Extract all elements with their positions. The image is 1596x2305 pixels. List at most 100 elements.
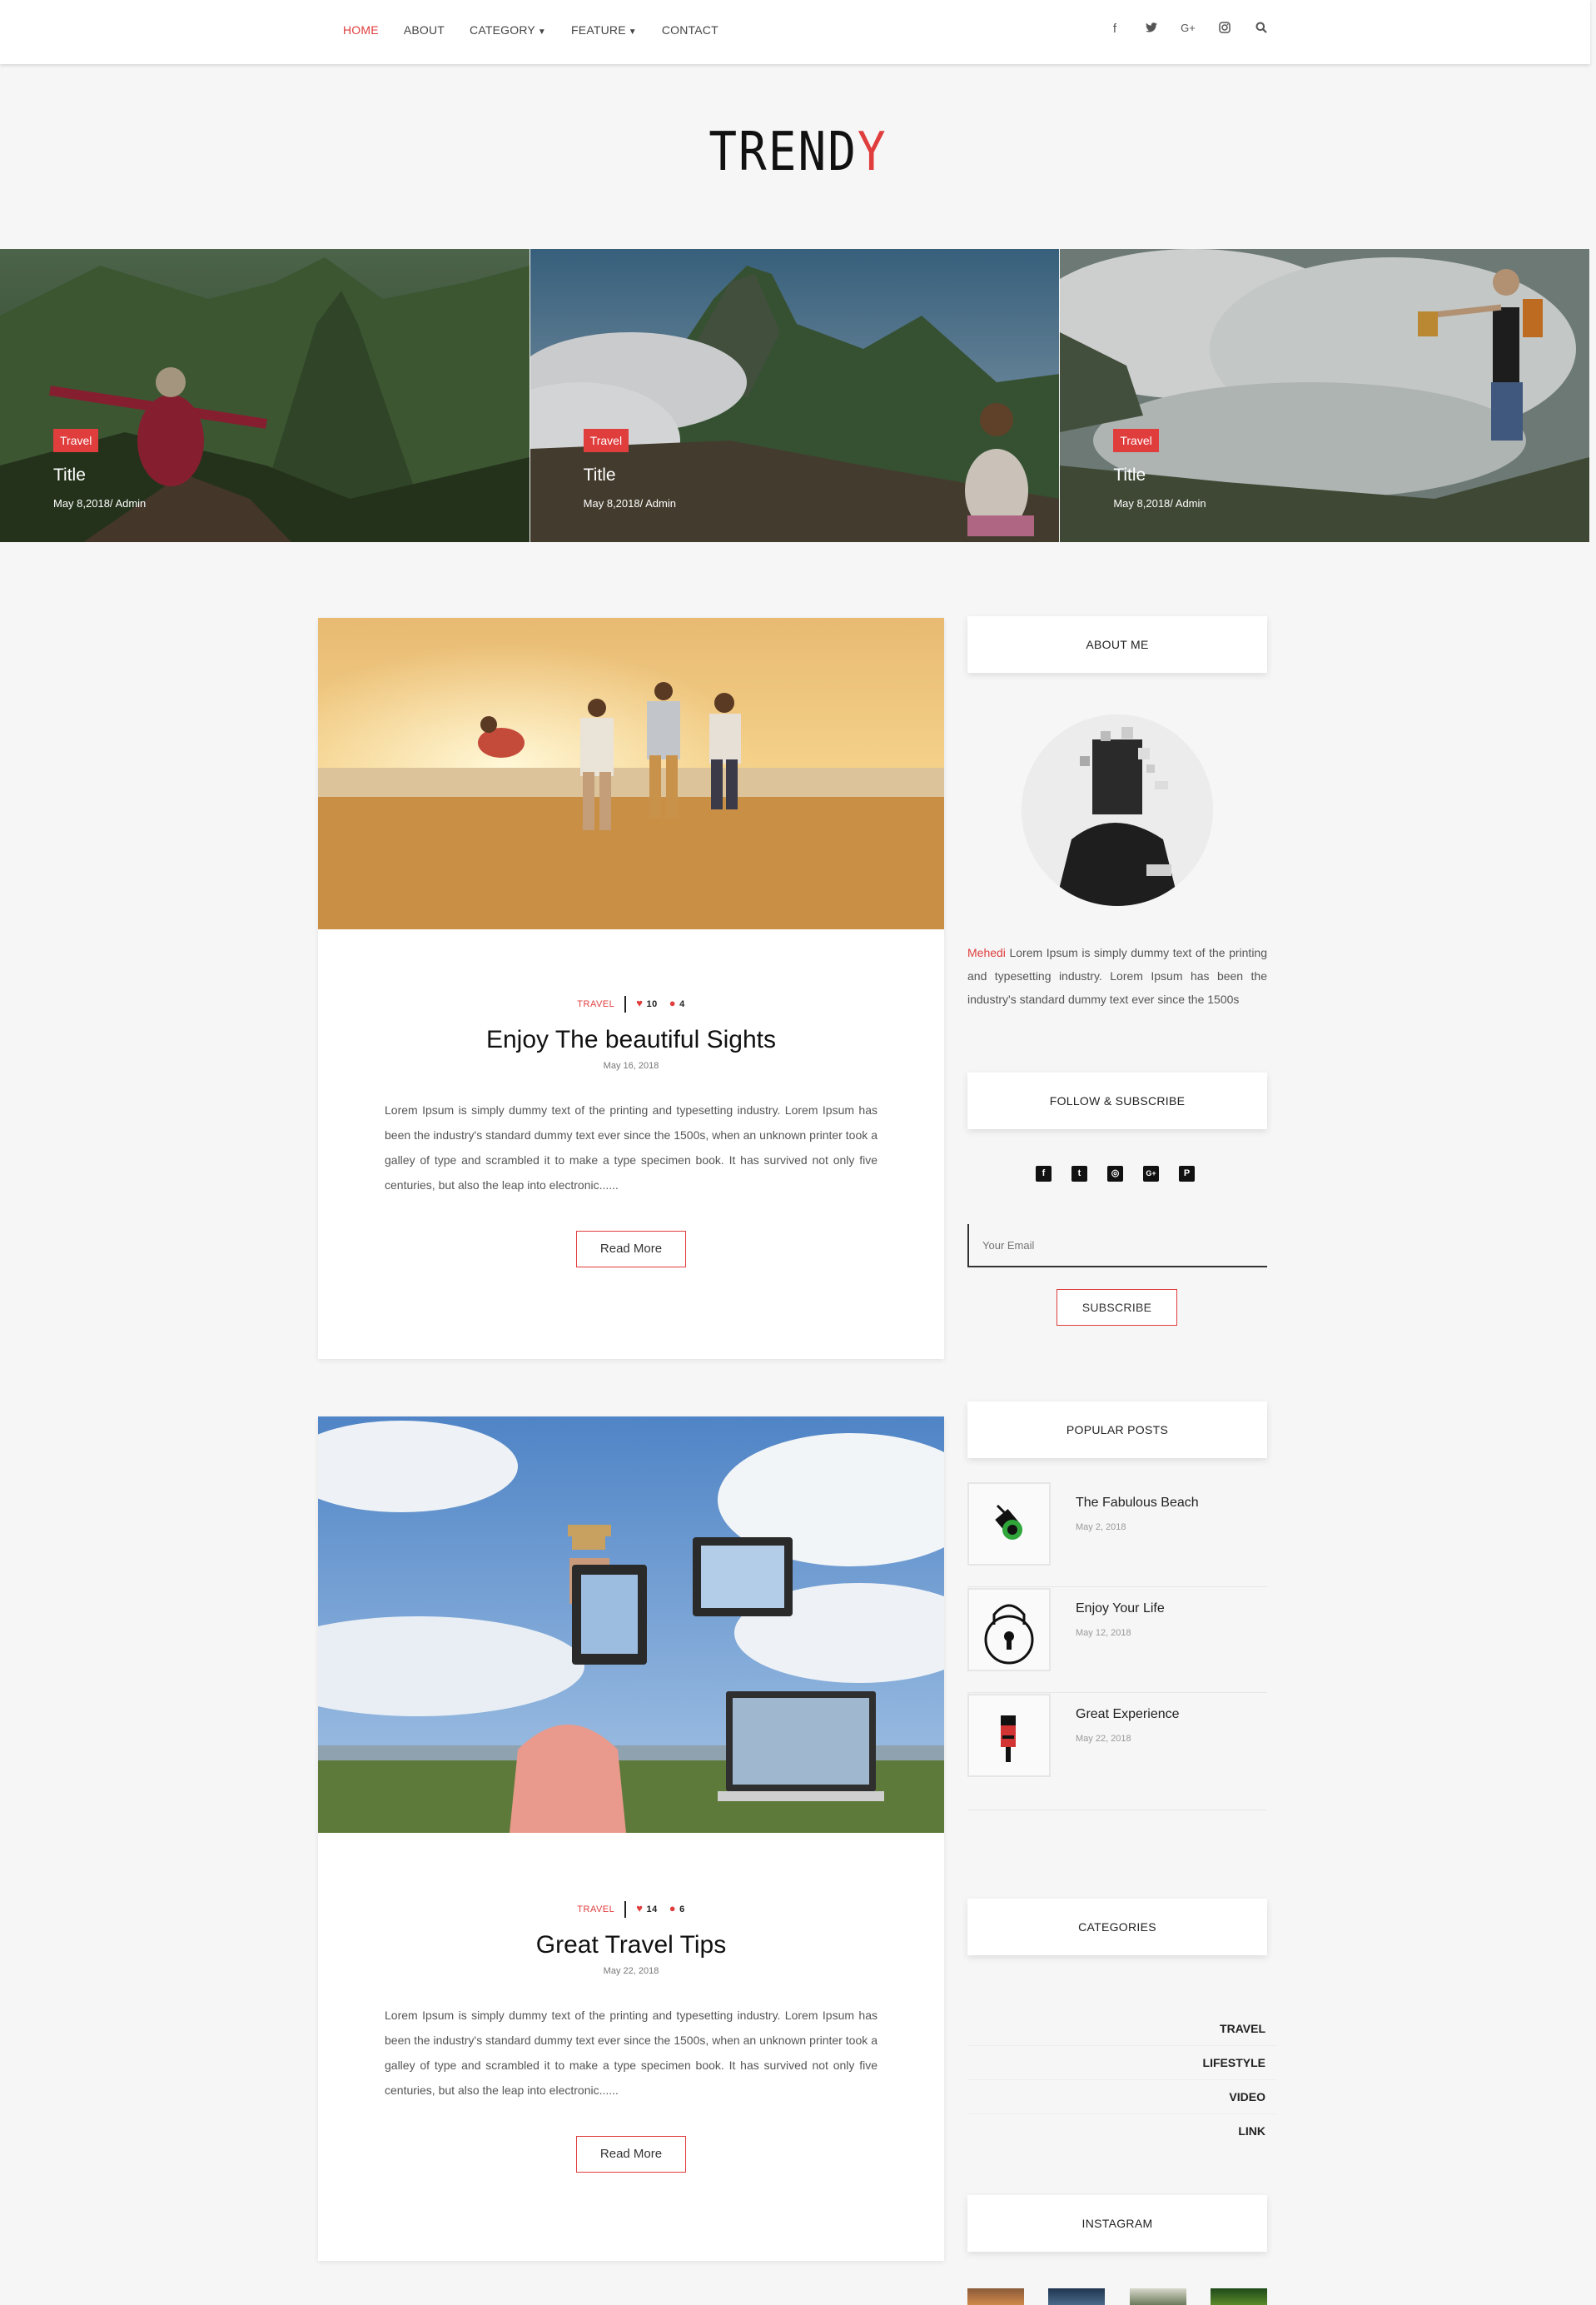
heart-icon[interactable]: ♥ [636,997,643,1009]
instagram-thumb[interactable] [1048,2288,1105,2305]
instagram-icon[interactable]: ◎ [1107,1166,1123,1182]
divider [624,1901,627,1918]
read-more-button[interactable]: Read More [576,1231,686,1267]
divider [624,996,627,1013]
lock-icon [984,1604,1034,1665]
slide-title[interactable]: Title [53,465,86,485]
popular-post-title[interactable]: The Fabulous Beach [1076,1496,1199,1511]
nav-category[interactable]: CATEGORY ▼ [470,23,546,37]
about-description: Lorem Ipsum is simply dummy text of the … [967,946,1267,1006]
category-link-link[interactable]: LINK [967,2113,1277,2148]
popular-post-item[interactable]: The Fabulous Beach May 2, 2018 [967,1482,1267,1587]
post-date: May 22, 2018 [603,1966,659,1976]
nav-feature[interactable]: FEATURE ▼ [571,23,637,37]
nav-contact[interactable]: CONTACT [662,23,718,37]
slide-meta: May 8,2018/ Admin [53,497,147,510]
main-menu: HOME ABOUT CATEGORY ▼ FEATURE ▼ CONTACT [343,23,743,37]
instagram-thumb[interactable] [967,2288,1024,2305]
about-text: Mehedi Lorem Ipsum is simply dummy text … [967,941,1267,1011]
twitter-icon[interactable]: t [1071,1166,1087,1182]
popular-post-date: May 12, 2018 [1076,1628,1131,1638]
post-1-image[interactable] [318,618,944,929]
nav-home[interactable]: HOME [343,23,379,37]
site-logo[interactable]: TRENDY [0,121,1596,183]
pinterest-icon[interactable]: P [1179,1166,1195,1182]
google-plus-icon[interactable]: G+ [1181,22,1196,37]
nav-social-icons: f G+ [1107,22,1269,37]
author-name[interactable]: Mehedi [967,946,1006,959]
facebook-icon[interactable]: f [1036,1166,1052,1182]
avatar [1022,714,1213,906]
popular-post-thumb[interactable] [967,1588,1051,1671]
logo-main: TREND [709,121,858,183]
slide-2[interactable]: Travel Title May 8,2018/ Admin [530,249,1060,542]
nav-feature-label: FEATURE [571,23,626,37]
popular-posts-heading: POPULAR POSTS [967,1401,1267,1458]
subscribe-button[interactable]: SUBSCRIBE [1057,1289,1177,1326]
popular-post-title[interactable]: Great Experience [1076,1707,1180,1722]
post-excerpt: Lorem Ipsum is simply dummy text of the … [385,2009,878,2097]
popular-post-title[interactable]: Enjoy Your Life [1076,1601,1165,1616]
slide-meta: May 8,2018/ Admin [583,497,676,510]
blog-post-2: TRAVEL ♥ 14 ● 6 Great Travel Tips May 22, 20… [318,1416,944,2261]
post-title[interactable]: Great Travel Tips [318,1931,944,1959]
category-link-lifestyle[interactable]: LIFESTYLE [967,2045,1277,2080]
slide-1[interactable]: Travel Title May 8,2018/ Admin [0,249,530,542]
follow-icons: f t ◎ G+ P [1036,1166,1195,1182]
follow-subscribe-heading: FOLLOW & SUBSCRIBE [967,1073,1267,1129]
heart-icon[interactable]: ♥ [636,1902,643,1914]
comments-count: 6 [679,1904,685,1914]
email-field[interactable] [969,1224,1267,1266]
popular-post-thumb[interactable] [967,1482,1051,1566]
post-2-meta: TRAVEL ♥ 14 ● 6 [318,1901,944,1918]
post-date: May 16, 2018 [603,1061,659,1071]
plug-icon [1001,1715,1016,1762]
slide-meta: May 8,2018/ Admin [1113,497,1206,510]
caret-down-icon: ▼ [628,27,637,37]
about-me-heading: ABOUT ME [967,616,1267,673]
plug-icon [995,1504,1022,1540]
comment-icon[interactable]: ● [669,1902,676,1914]
comment-icon[interactable]: ● [669,997,676,1009]
top-navbar: HOME ABOUT CATEGORY ▼ FEATURE ▼ CONTACT f … [0,0,1590,64]
slide-category-badge[interactable]: Travel [583,429,629,452]
featured-slider: Travel Title May 8,2018/ Admin Travel Ti… [0,249,1590,542]
slide-category-badge[interactable]: Travel [1113,429,1159,452]
popular-post-date: May 22, 2018 [1076,1734,1131,1744]
search-icon[interactable] [1254,22,1269,37]
likes-count: 10 [646,998,658,1009]
post-1-meta: TRAVEL ♥ 10 ● 4 [318,996,944,1013]
categories-heading: CATEGORIES [967,1899,1267,1955]
read-more-button[interactable]: Read More [576,2136,686,2173]
slide-category-badge[interactable]: Travel [53,429,99,452]
instagram-heading: INSTAGRAM [967,2195,1267,2252]
post-category[interactable]: TRAVEL [577,999,614,1009]
post-category[interactable]: TRAVEL [577,1904,614,1914]
comments-count: 4 [679,998,685,1009]
popular-post-item[interactable]: Great Experience May 22, 2018 [967,1694,1267,1810]
slide-title[interactable]: Title [1113,465,1146,485]
category-link-video[interactable]: VIDEO [967,2079,1277,2114]
likes-count: 14 [646,1904,658,1914]
avatar-image [1022,714,1213,906]
email-field-wrapper [967,1224,1267,1267]
nav-category-label: CATEGORY [470,23,535,37]
google-plus-icon[interactable]: G+ [1143,1166,1159,1182]
caret-down-icon: ▼ [537,27,547,37]
post-2-image[interactable] [318,1416,944,1833]
instagram-thumb[interactable] [1211,2288,1267,2305]
popular-post-thumb[interactable] [967,1694,1051,1777]
popular-post-item[interactable]: Enjoy Your Life May 12, 2018 [967,1588,1267,1693]
instagram-thumb[interactable] [1130,2288,1186,2305]
category-link-travel[interactable]: TRAVEL [967,2011,1277,2046]
slide-title[interactable]: Title [584,465,616,485]
post-title[interactable]: Enjoy The beautiful Sights [318,1026,944,1054]
facebook-icon[interactable]: f [1107,22,1122,37]
twitter-icon[interactable] [1144,22,1159,37]
post-excerpt: Lorem Ipsum is simply dummy text of the … [385,1103,878,1192]
slide-3[interactable]: Travel Title May 8,2018/ Admin [1060,249,1590,542]
popular-post-date: May 2, 2018 [1076,1522,1126,1532]
blog-post-1: TRAVEL ♥ 10 ● 4 Enjoy The beautiful Sights M… [318,618,944,1359]
instagram-icon[interactable] [1217,22,1232,37]
nav-about[interactable]: ABOUT [404,23,445,37]
